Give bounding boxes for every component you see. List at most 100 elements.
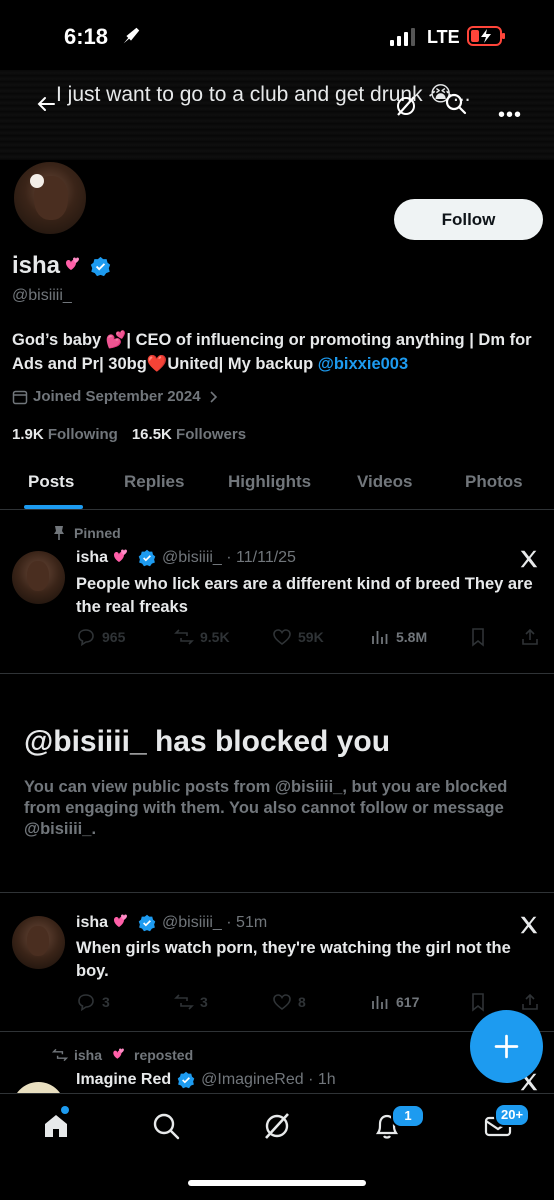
two-hearts-icon: [114, 914, 128, 927]
grok-icon[interactable]: [394, 94, 418, 118]
share-icon[interactable]: [520, 992, 540, 1012]
verified-badge-icon: [90, 256, 111, 276]
verified-badge-icon: [138, 914, 156, 932]
pin-icon: [54, 526, 64, 540]
reply-icon: [78, 994, 94, 1012]
tweet-actions: 965 9.5K 59K 5.8M: [76, 627, 546, 649]
two-hearts-icon: [114, 549, 128, 562]
repost-icon: [174, 994, 194, 1010]
bottom-navigation: 1 20+: [0, 1093, 554, 1200]
like-button[interactable]: 8: [272, 992, 306, 1012]
tab-videos[interactable]: Videos: [357, 472, 412, 492]
joined-date: Joined September 2024: [12, 388, 220, 405]
tweet-author[interactable]: isha: [76, 914, 108, 932]
more-icon[interactable]: •••: [498, 104, 522, 127]
divider: [0, 673, 554, 674]
heart-icon: [273, 994, 291, 1011]
heart-icon: [273, 629, 291, 646]
nav-home[interactable]: [41, 1111, 71, 1141]
signal-icon: [390, 28, 415, 46]
tab-highlights[interactable]: Highlights: [228, 472, 311, 492]
messages-badge: 20+: [494, 1103, 531, 1127]
views-button[interactable]: 5.8M: [370, 627, 427, 647]
blocked-description: You can view public posts from @bisiiii_…: [24, 778, 508, 838]
repost-indicator: isha reposted: [52, 1047, 193, 1063]
profile-avatar[interactable]: [12, 160, 88, 236]
tweet-meta: @bisiiii_ · 51m: [162, 914, 268, 931]
joined-text: Joined September 2024: [33, 388, 201, 405]
repost-icon: [174, 629, 194, 645]
reply-button[interactable]: 3: [76, 992, 110, 1012]
profile-name: isha: [12, 252, 61, 279]
tweet-text: When girls watch porn, they're watching …: [76, 939, 511, 980]
views-icon: [372, 631, 388, 644]
tab-posts[interactable]: Posts: [28, 472, 74, 492]
reply-icon: [78, 629, 94, 647]
tweet-header: isha @bisiiii_ · 51m: [76, 914, 267, 932]
location-arrow-icon: [123, 27, 140, 44]
followers-stat[interactable]: 16.5K Followers: [132, 426, 246, 443]
search-icon[interactable]: [444, 92, 468, 116]
tweet-avatar[interactable]: [12, 551, 65, 604]
home-icon: [45, 1115, 67, 1137]
views-icon: [372, 996, 388, 1009]
divider: [0, 892, 554, 893]
repost-button[interactable]: 3: [174, 992, 208, 1012]
active-tab-indicator: [24, 505, 83, 509]
home-notification-dot: [61, 1106, 69, 1114]
two-hearts-icon: [113, 1048, 124, 1059]
follow-stats: 1.9K Following 16.5K Followers: [12, 426, 246, 443]
tweet-avatar[interactable]: [12, 916, 65, 969]
tweet-actions: 3 3 8 617: [76, 992, 546, 1014]
tweet-author[interactable]: isha: [76, 549, 108, 567]
home-indicator: [188, 1180, 366, 1186]
repost-icon: [52, 1048, 68, 1062]
search-icon: [153, 1113, 180, 1140]
network-type: LTE: [427, 27, 460, 47]
notifications-badge: 1: [391, 1104, 425, 1128]
tweet-meta: @bisiiii_ · 11/11/25: [162, 549, 296, 566]
bio-text: God’s baby 💕| CEO of influencing or prom…: [12, 331, 532, 373]
plus-icon: [494, 1034, 519, 1059]
pinned-label: Pinned: [52, 525, 121, 541]
following-stat[interactable]: 1.9K Following: [12, 426, 118, 443]
tweet-text: People who lick ears are a different kin…: [76, 575, 533, 616]
calendar-icon: [12, 390, 28, 404]
battery-icon: [467, 26, 505, 46]
bookmark-icon[interactable]: [468, 627, 488, 647]
bookmark-icon[interactable]: [468, 992, 488, 1012]
verified-badge-icon: [177, 1071, 195, 1089]
grok-icon: [265, 1113, 289, 1139]
tweet-header: isha @bisiiii_ · 11/11/25: [76, 549, 296, 567]
share-icon[interactable]: [520, 627, 540, 647]
nav-grok[interactable]: [262, 1111, 292, 1141]
nav-search[interactable]: [151, 1111, 181, 1141]
status-bar: 6:18 LTE: [0, 0, 554, 70]
views-button[interactable]: 617: [370, 992, 419, 1012]
back-arrow-icon[interactable]: [34, 92, 58, 116]
profile-handle: @bisiiii_: [12, 287, 72, 304]
profile-tabs: Posts Replies Highlights Videos Photos: [0, 458, 554, 510]
tab-replies[interactable]: Replies: [124, 472, 184, 492]
repost-button[interactable]: 9.5K: [174, 627, 230, 647]
x-logo-icon: [520, 550, 538, 568]
tweet-meta: @ImagineRed · 1h: [201, 1071, 336, 1088]
tab-photos[interactable]: Photos: [465, 472, 523, 492]
profile-bio: God’s baby 💕| CEO of influencing or prom…: [12, 328, 542, 376]
profile-name-row: isha: [12, 252, 111, 280]
tweet-author[interactable]: Imagine Red: [76, 1071, 171, 1089]
tweet-header: Imagine Red @ImagineRed · 1h: [76, 1071, 336, 1089]
chevron-right-icon[interactable]: [206, 390, 220, 404]
follow-button[interactable]: Follow: [394, 199, 543, 240]
like-button[interactable]: 59K: [272, 627, 324, 647]
status-time: 6:18: [64, 24, 109, 49]
reply-button[interactable]: 965: [76, 627, 125, 647]
bio-link[interactable]: @bixxie003: [318, 355, 408, 373]
divider: [0, 1031, 554, 1032]
profile-header: I just want to go to a club and get drun…: [0, 70, 554, 160]
verified-badge-icon: [138, 549, 156, 567]
x-logo-icon: [520, 916, 538, 934]
blocked-title: @bisiiii_ has blocked you: [24, 725, 391, 758]
two-hearts-icon: [66, 257, 80, 270]
compose-post-button[interactable]: [470, 1010, 543, 1083]
